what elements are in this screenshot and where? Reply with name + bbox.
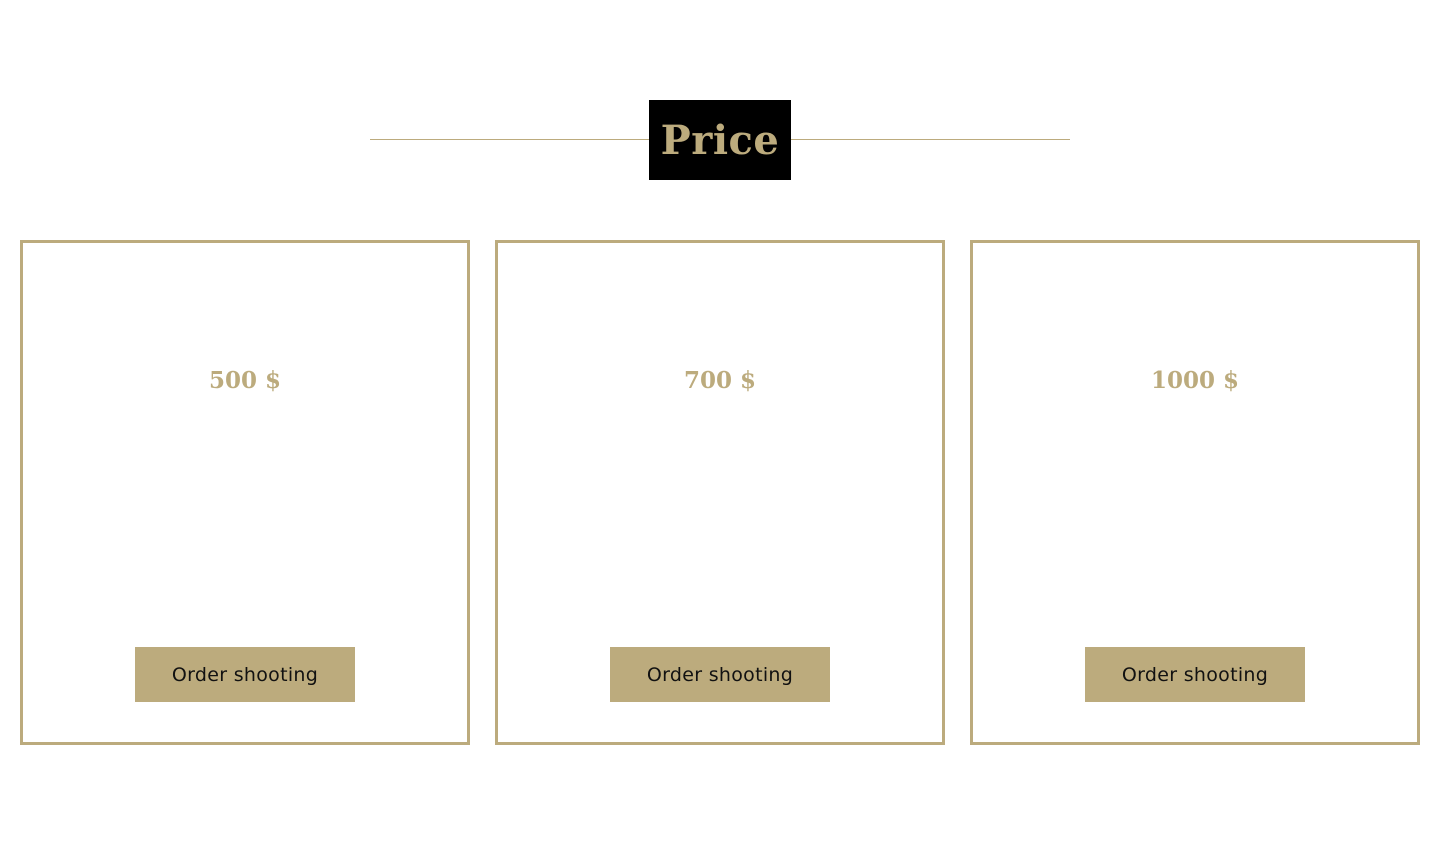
price-value: 500 $ (208, 367, 282, 394)
heading-title-box: Price (649, 100, 791, 180)
price-value: 1000 $ (1150, 367, 1240, 394)
order-shooting-button-1[interactable]: Order shooting (135, 647, 355, 702)
price-card-3: 1000 $ Order shooting (970, 240, 1420, 745)
order-shooting-button-3[interactable]: Order shooting (1085, 647, 1305, 702)
price-value: 700 $ (683, 367, 757, 394)
order-button-label: Order shooting (646, 663, 794, 686)
order-button-label: Order shooting (1121, 663, 1269, 686)
page-title: Price (660, 116, 780, 164)
price-card-2: 700 $ Order shooting (495, 240, 945, 745)
order-shooting-button-2[interactable]: Order shooting (610, 647, 830, 702)
section-heading: Price (370, 100, 1070, 180)
order-button-label: Order shooting (171, 663, 319, 686)
price-card-1: 500 $ Order shooting (20, 240, 470, 745)
